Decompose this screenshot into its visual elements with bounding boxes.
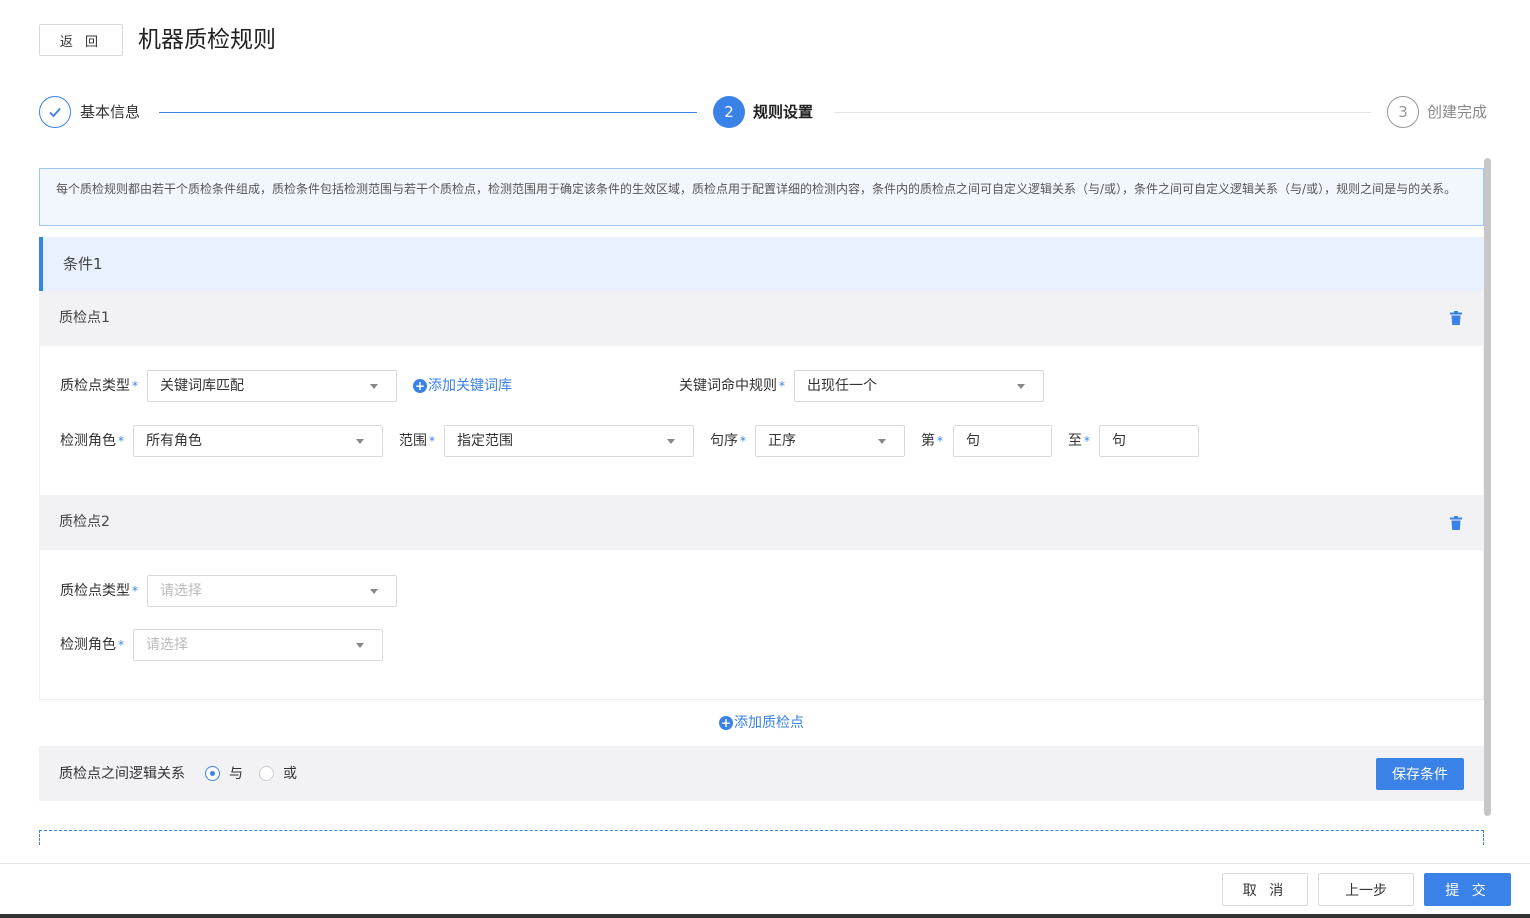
chevron-down-icon <box>356 643 364 648</box>
quality-point-2-body <box>39 550 1484 699</box>
qp1-role-label: 检测角色 * <box>60 433 124 449</box>
qp1-order-select[interactable]: 正序 <box>755 425 905 457</box>
step-2-label: 规则设置 <box>753 103 814 121</box>
qp1-hit-rule-label: 关键词命中规则 * <box>679 378 785 394</box>
condition-footer <box>39 746 1484 801</box>
step-2-number: 2 <box>713 96 745 128</box>
add-point-row: + 添加质检点 <box>39 699 1484 746</box>
logic-or-radio[interactable] <box>259 766 274 781</box>
prev-step-button[interactable]: 上一步 <box>1318 873 1414 906</box>
chevron-down-icon <box>1017 384 1025 389</box>
qp1-role-select[interactable]: 所有角色 <box>133 425 383 457</box>
scrollbar[interactable] <box>1484 158 1491 816</box>
logic-and-radio[interactable] <box>205 766 220 781</box>
back-button[interactable]: 返 回 <box>39 24 123 56</box>
qp1-type-select[interactable]: 关键词库匹配 <box>147 370 397 402</box>
qp1-from-input[interactable]: 句 <box>953 425 1052 457</box>
step-1-check-icon <box>39 96 71 128</box>
add-keyword-lib-link[interactable]: + 添加关键词库 <box>413 370 512 402</box>
chevron-down-icon <box>878 439 886 444</box>
page-title: 机器质检规则 <box>138 27 276 53</box>
trash-icon[interactable] <box>1450 516 1462 534</box>
qp1-range-select[interactable]: 指定范围 <box>444 425 694 457</box>
qp1-range-label: 范围 * <box>399 433 435 449</box>
qp2-role-select[interactable]: 请选择 <box>133 629 383 661</box>
chevron-down-icon <box>356 439 364 444</box>
qp2-type-label: 质检点类型 * <box>60 583 138 599</box>
quality-point-1-title: 质检点1 <box>59 310 110 326</box>
cancel-button[interactable]: 取 消 <box>1222 873 1308 906</box>
add-quality-point-link[interactable]: + 添加质检点 <box>719 707 804 739</box>
qp1-order-label: 句序 * <box>710 433 746 449</box>
step-1-label: 基本信息 <box>80 103 141 121</box>
qp1-to-input[interactable]: 句 <box>1099 425 1199 457</box>
save-condition-button[interactable]: 保存条件 <box>1376 758 1464 790</box>
step-connector-2 <box>834 112 1371 113</box>
window-bottom-edge <box>0 914 1530 918</box>
quality-point-2-title: 质检点2 <box>59 514 110 530</box>
quality-point-1-header: 质检点1 <box>39 291 1484 346</box>
chevron-down-icon <box>370 384 378 389</box>
qp1-hit-rule-select[interactable]: 出现任一个 <box>794 370 1044 402</box>
qp1-to-label: 至 * <box>1068 433 1090 449</box>
add-condition-dropzone[interactable] <box>39 830 1484 845</box>
info-notice: 每个质检规则都由若干个质检条件组成，质检条件包括检测范围与若干个质检点，检测范围… <box>39 168 1484 226</box>
qp2-type-select[interactable]: 请选择 <box>147 575 397 607</box>
condition-title: 条件1 <box>39 237 1484 291</box>
quality-point-1-body <box>39 346 1484 495</box>
plus-circle-icon: + <box>413 379 427 393</box>
logic-or-label[interactable]: 或 <box>283 758 297 790</box>
step-3-number: 3 <box>1387 96 1419 128</box>
chevron-down-icon <box>370 589 378 594</box>
qp1-type-label: 质检点类型 * <box>60 378 138 394</box>
step-connector-1 <box>159 112 697 113</box>
chevron-down-icon <box>667 439 675 444</box>
step-3-label: 创建完成 <box>1427 103 1488 121</box>
trash-icon[interactable] <box>1450 311 1462 329</box>
logic-and-label[interactable]: 与 <box>229 758 243 790</box>
qp2-role-label: 检测角色 * <box>60 637 124 653</box>
plus-circle-icon: + <box>719 716 733 730</box>
quality-point-2-header: 质检点2 <box>39 495 1484 550</box>
submit-button[interactable]: 提 交 <box>1424 873 1511 906</box>
logic-label: 质检点之间逻辑关系 <box>59 766 185 782</box>
qp1-from-label: 第 * <box>921 433 943 449</box>
